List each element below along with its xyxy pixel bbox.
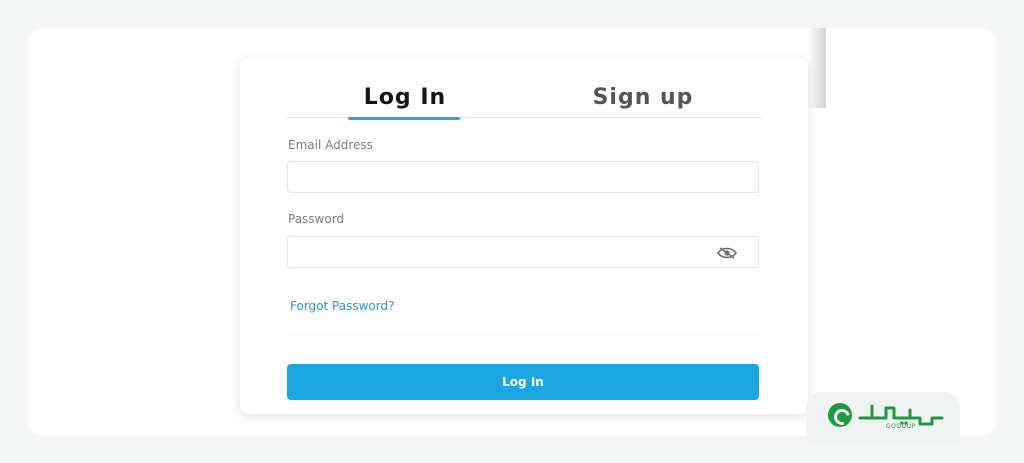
tab-active-indicator [348, 117, 460, 120]
tab-signup-label: Sign up [592, 84, 694, 110]
forgot-password-link[interactable]: Forgot Password? [290, 299, 394, 313]
brand-subtext: GOODUP [886, 423, 916, 430]
auth-tabs: Log In Sign up [286, 76, 762, 120]
brand-badge: GOODUP [806, 392, 960, 442]
email-field[interactable] [287, 161, 759, 193]
tab-signup[interactable]: Sign up [524, 76, 762, 118]
login-button-label: Log In [502, 375, 544, 389]
tab-login[interactable]: Log In [286, 76, 524, 120]
email-label: Email Address [288, 138, 373, 152]
login-button[interactable]: Log In [287, 364, 759, 400]
brand-logo-icon [828, 403, 852, 427]
password-label: Password [288, 212, 345, 226]
eye-slash-icon[interactable] [716, 245, 738, 261]
edge-shadow [808, 28, 826, 108]
auth-card: Log In Sign up Email Address Password Fo… [240, 58, 808, 414]
tab-login-label: Log In [363, 84, 447, 110]
password-field[interactable] [287, 236, 759, 268]
divider [288, 334, 758, 335]
